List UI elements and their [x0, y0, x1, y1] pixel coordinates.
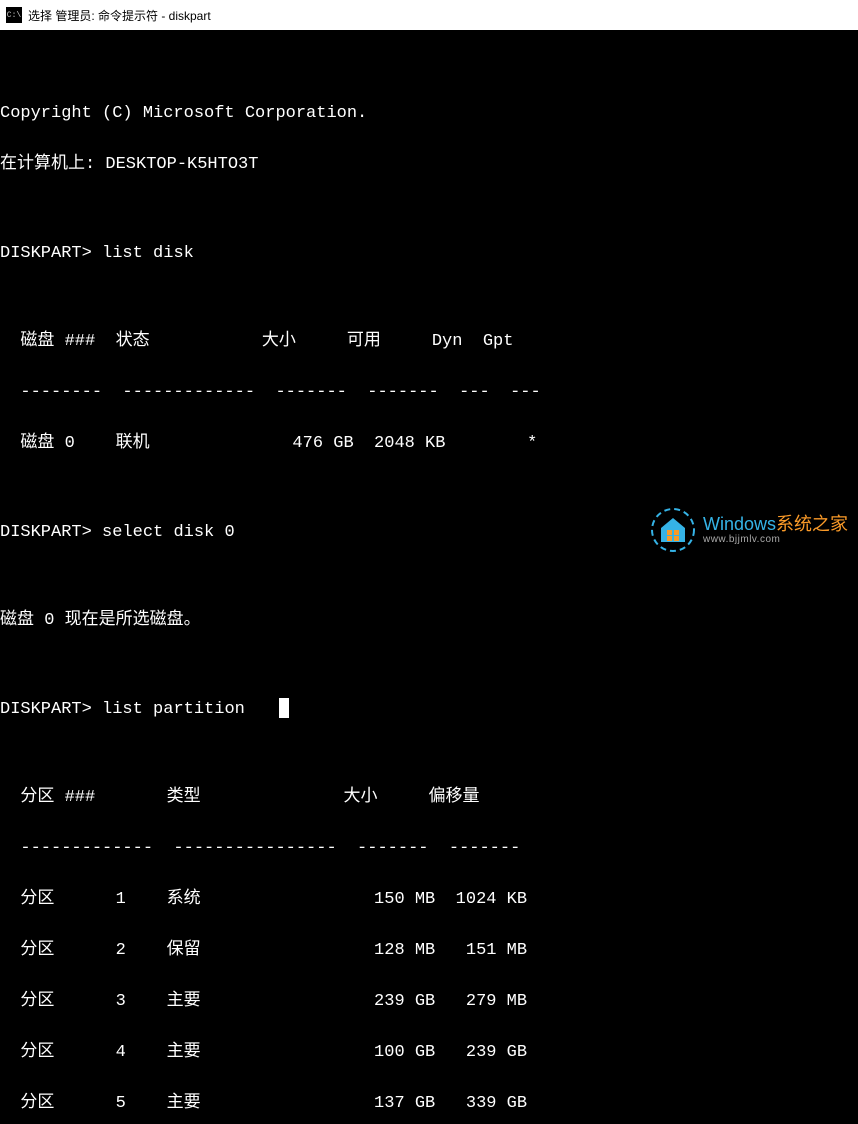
partition-table-row: 分区 2 保留 128 MB 151 MB — [0, 938, 858, 964]
disk-table-row: 磁盘 0 联机 476 GB 2048 KB * — [0, 431, 858, 457]
disk-table-divider: -------- ------------- ------- ------- -… — [0, 380, 858, 406]
house-icon — [651, 508, 695, 552]
command-1: list disk — [92, 244, 194, 263]
watermark: Windows系统之家 www.bjjmlv.com — [651, 508, 848, 552]
cursor-icon — [279, 698, 289, 718]
prompt-line-3: DISKPART> list partition — [0, 697, 858, 723]
partition-table-divider: ------------- ---------------- ------- -… — [0, 836, 858, 862]
watermark-brand-en: Windows — [703, 514, 776, 534]
watermark-text: Windows系统之家 www.bjjmlv.com — [703, 515, 848, 546]
partition-table-row: 分区 1 系统 150 MB 1024 KB — [0, 887, 858, 913]
cmd-icon: C:\ — [6, 7, 22, 23]
window-title: 选择 管理员: 命令提示符 - diskpart — [28, 7, 211, 24]
partition-table-row: 分区 4 主要 100 GB 239 GB — [0, 1040, 858, 1066]
prompt: DISKPART> — [0, 244, 92, 263]
copyright-line: Copyright (C) Microsoft Corporation. — [0, 101, 858, 127]
prompt: DISKPART> — [0, 700, 92, 719]
command-2: select disk 0 — [92, 523, 235, 542]
prompt-line-1: DISKPART> list disk — [0, 241, 858, 267]
partition-table-header: 分区 ### 类型 大小 偏移量 — [0, 785, 858, 811]
window-title-bar[interactable]: C:\ 选择 管理员: 命令提示符 - diskpart — [0, 0, 858, 30]
computer-line: 在计算机上: DESKTOP-K5HTO3T — [0, 152, 858, 178]
partition-table-row: 分区 5 主要 137 GB 339 GB — [0, 1091, 858, 1117]
prompt: DISKPART> — [0, 523, 92, 542]
terminal-output[interactable]: Copyright (C) Microsoft Corporation. 在计算… — [0, 30, 858, 1124]
watermark-brand-cn: 系统之家 — [776, 514, 848, 534]
select-message: 磁盘 0 现在是所选磁盘。 — [0, 608, 858, 634]
partition-table-row: 分区 3 主要 239 GB 279 MB — [0, 989, 858, 1015]
watermark-url: www.bjjmlv.com — [703, 534, 780, 545]
command-3: list partition — [92, 700, 245, 719]
disk-table-header: 磁盘 ### 状态 大小 可用 Dyn Gpt — [0, 329, 858, 355]
